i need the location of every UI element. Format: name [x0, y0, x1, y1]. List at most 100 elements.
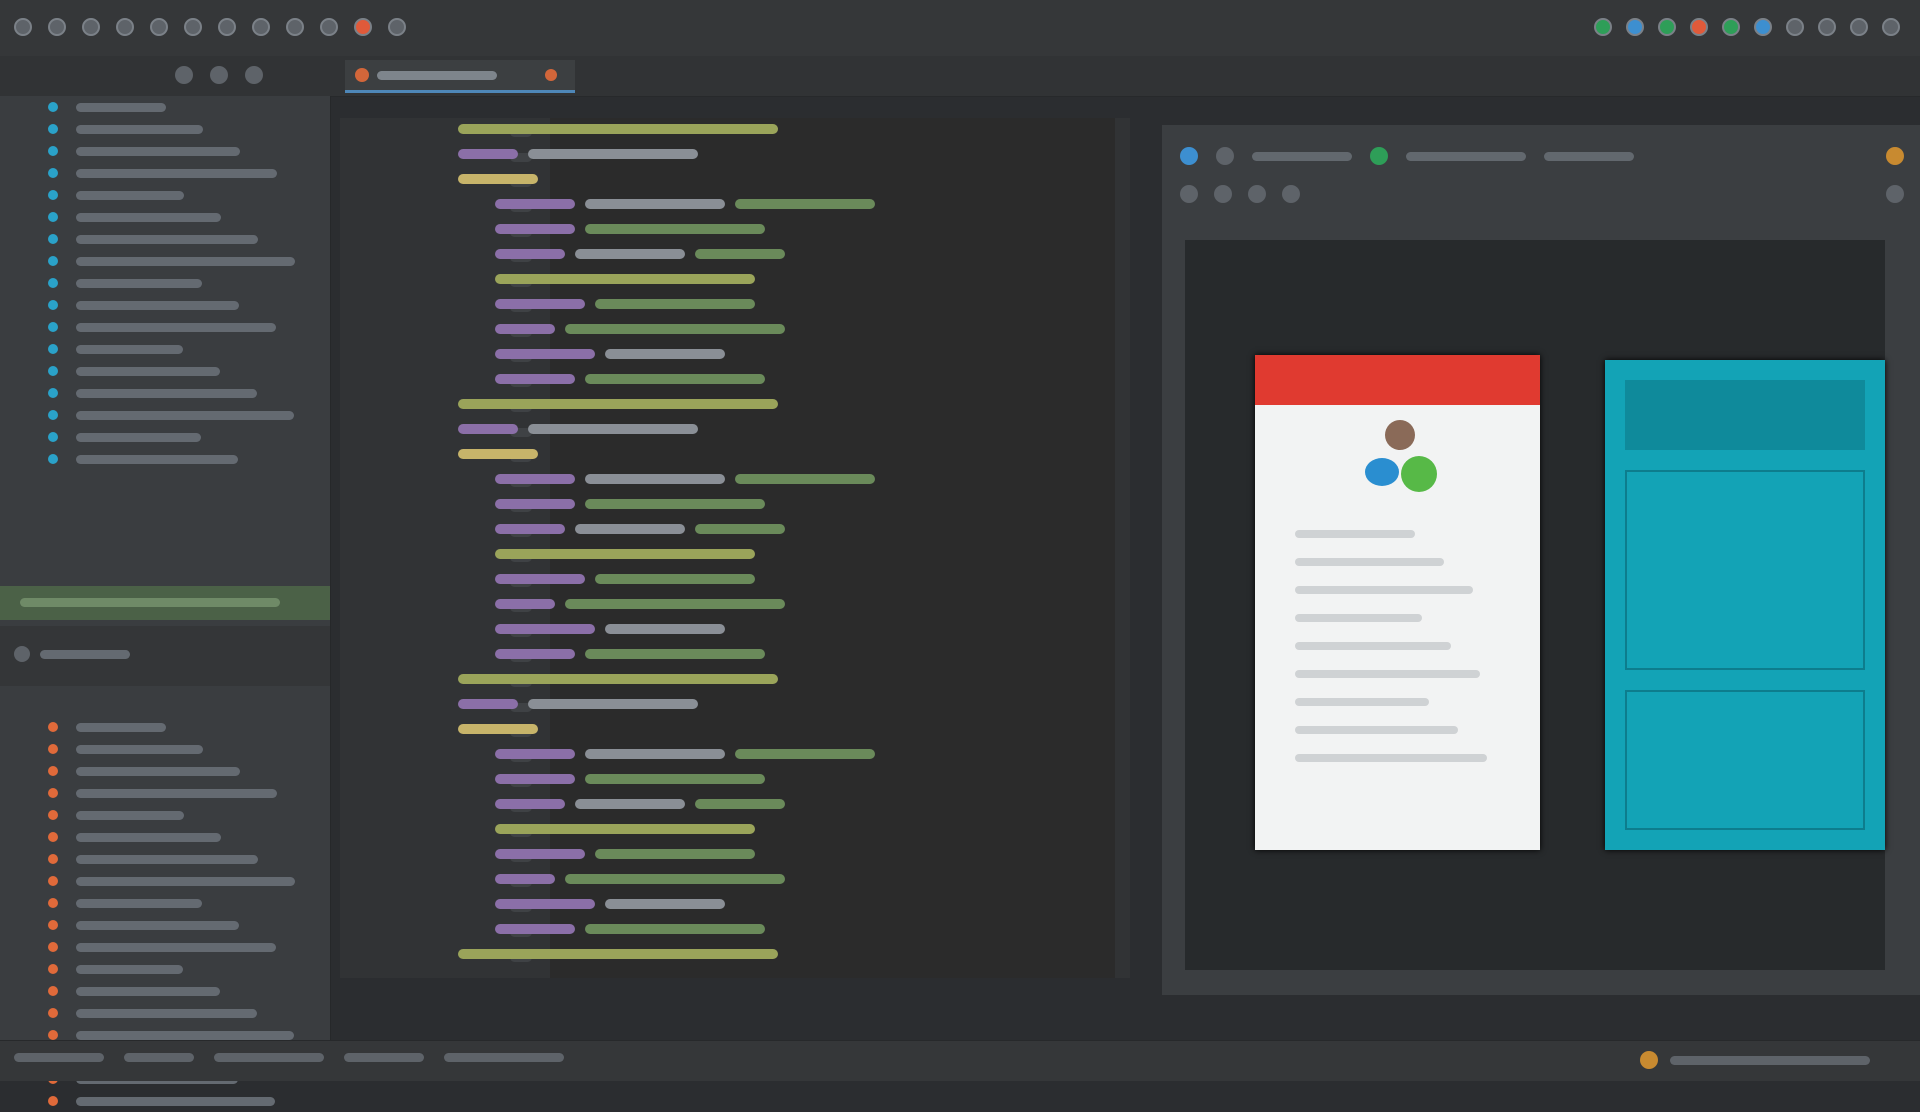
sync-icon[interactable] [1690, 18, 1708, 36]
tree-row[interactable] [0, 118, 330, 140]
theme-selector[interactable] [1406, 151, 1526, 161]
code-line[interactable] [495, 922, 775, 936]
code-line[interactable] [495, 522, 795, 536]
tree-row[interactable] [0, 936, 330, 958]
device-icon[interactable] [1818, 18, 1836, 36]
tree-row[interactable] [0, 914, 330, 936]
help-icon[interactable] [1882, 18, 1900, 36]
code-line[interactable] [495, 247, 795, 261]
code-line[interactable] [458, 172, 548, 186]
zoom-fit-icon[interactable] [1248, 185, 1266, 203]
code-line[interactable] [495, 197, 885, 211]
settings-icon[interactable] [210, 66, 228, 84]
code-line[interactable] [458, 447, 548, 461]
code-line[interactable] [495, 822, 765, 836]
tree-row[interactable] [0, 404, 330, 426]
tree-row[interactable] [0, 228, 330, 250]
tree-row[interactable] [0, 360, 330, 382]
undo-icon[interactable] [116, 18, 134, 36]
tree-row[interactable] [0, 294, 330, 316]
tree-row[interactable] [0, 870, 330, 892]
code-line[interactable] [458, 122, 788, 136]
event-log-icon[interactable] [1640, 1051, 1658, 1069]
design-mode-icon[interactable] [1180, 147, 1198, 165]
code-line[interactable] [495, 347, 735, 361]
tree-row[interactable] [0, 958, 330, 980]
structure-icon[interactable] [1786, 18, 1804, 36]
status-tool-window[interactable] [14, 1053, 104, 1062]
code-line[interactable] [495, 872, 795, 886]
zoom-in-icon[interactable] [1180, 185, 1198, 203]
tree-row[interactable] [0, 738, 330, 760]
phone-preview-dark[interactable] [1605, 360, 1885, 850]
code-line[interactable] [495, 572, 765, 586]
warning-icon[interactable] [1886, 147, 1904, 165]
code-line[interactable] [458, 147, 708, 161]
run-app-icon[interactable] [1594, 18, 1612, 36]
code-line[interactable] [458, 697, 708, 711]
code-line[interactable] [495, 472, 885, 486]
code-line[interactable] [495, 222, 775, 236]
status-messages[interactable] [124, 1053, 194, 1062]
search-everywhere-icon[interactable] [1850, 18, 1868, 36]
collapse-icon[interactable] [175, 66, 193, 84]
tree-row[interactable] [0, 272, 330, 294]
debug-icon[interactable] [1626, 18, 1644, 36]
hide-panel-icon[interactable] [245, 66, 263, 84]
code-line[interactable] [458, 422, 708, 436]
phone-preview-light[interactable] [1255, 355, 1540, 850]
tree-row[interactable] [0, 426, 330, 448]
tree-row[interactable] [0, 1002, 330, 1024]
code-line[interactable] [495, 322, 795, 336]
tree-row[interactable] [0, 1090, 330, 1112]
tree-row[interactable] [0, 250, 330, 272]
code-line[interactable] [495, 547, 765, 561]
tree-row[interactable] [0, 316, 330, 338]
copy-icon[interactable] [218, 18, 236, 36]
tree-row[interactable] [0, 716, 330, 738]
locale-selector[interactable] [1544, 151, 1634, 161]
code-line[interactable] [458, 947, 788, 961]
code-editor[interactable] [340, 118, 1130, 978]
paste-icon[interactable] [252, 18, 270, 36]
editor-scrollbar[interactable] [1115, 118, 1130, 978]
tree-row[interactable] [0, 782, 330, 804]
status-terminal[interactable] [214, 1053, 324, 1062]
profile-icon[interactable] [1658, 18, 1676, 36]
api-level-icon[interactable] [1370, 147, 1388, 165]
tree-row[interactable] [0, 760, 330, 782]
save-icon[interactable] [82, 18, 100, 36]
replace-icon[interactable] [320, 18, 338, 36]
code-line[interactable] [495, 747, 885, 761]
find-icon[interactable] [286, 18, 304, 36]
code-line[interactable] [495, 272, 765, 286]
tree-row[interactable] [0, 184, 330, 206]
build-icon[interactable] [354, 18, 372, 36]
tree-row-selected[interactable] [0, 586, 330, 620]
avd-icon[interactable] [1722, 18, 1740, 36]
device-selector[interactable] [1252, 151, 1352, 161]
tree-row[interactable] [0, 162, 330, 184]
code-line[interactable] [495, 597, 795, 611]
tree-row[interactable] [0, 382, 330, 404]
code-line[interactable] [495, 622, 735, 636]
code-line[interactable] [495, 372, 775, 386]
orientation-icon[interactable] [1216, 147, 1234, 165]
editor-tab-active[interactable] [345, 60, 575, 93]
refresh-icon[interactable] [1282, 185, 1300, 203]
code-line[interactable] [458, 672, 788, 686]
code-area[interactable] [340, 118, 1130, 978]
code-line[interactable] [495, 297, 765, 311]
tree-row[interactable] [0, 448, 330, 470]
new-file-icon[interactable] [14, 18, 32, 36]
code-line[interactable] [495, 772, 775, 786]
tree-row[interactable] [0, 826, 330, 848]
status-build[interactable] [444, 1053, 564, 1062]
tree-row[interactable] [0, 206, 330, 228]
tree-row[interactable] [0, 338, 330, 360]
redo-icon[interactable] [150, 18, 168, 36]
status-logcat[interactable] [344, 1053, 424, 1062]
tree-row[interactable] [0, 140, 330, 162]
tree-row[interactable] [0, 848, 330, 870]
code-line[interactable] [495, 847, 765, 861]
